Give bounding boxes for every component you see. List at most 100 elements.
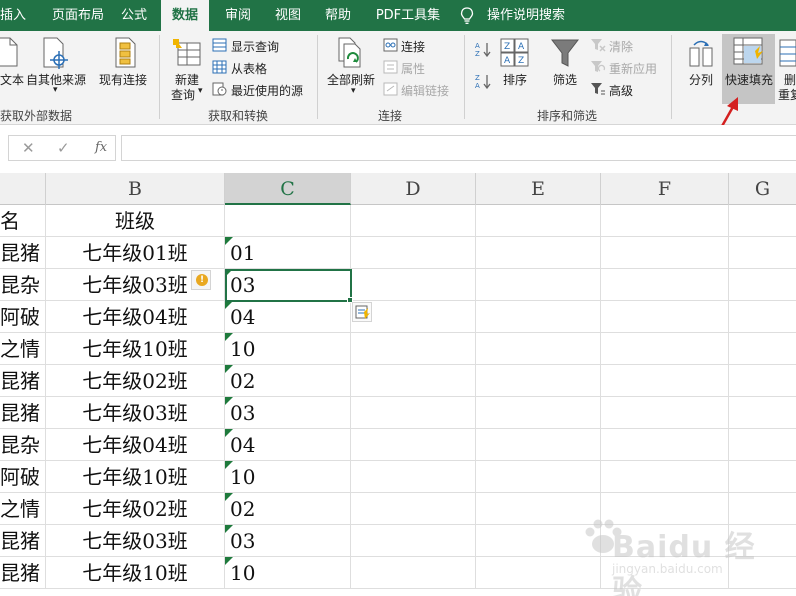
- cell-c[interactable]: 02: [225, 365, 351, 397]
- show-queries-button[interactable]: 显示查询: [231, 38, 279, 55]
- existing-connections-button[interactable]: 现有连接: [99, 71, 147, 88]
- cell-a[interactable]: 昆猪: [0, 397, 46, 429]
- cell-b[interactable]: 七年级10班: [46, 333, 225, 365]
- sort-button[interactable]: 排序: [503, 71, 527, 88]
- column-header-e[interactable]: E: [476, 173, 601, 205]
- column-header-g[interactable]: G: [729, 173, 796, 205]
- cell-a[interactable]: 昆杂: [0, 269, 46, 301]
- from-text-button[interactable]: 文本: [0, 71, 24, 88]
- cell-b[interactable]: 七年级04班: [46, 429, 225, 461]
- cell-c[interactable]: 10: [225, 333, 351, 365]
- cell-e[interactable]: [476, 269, 601, 301]
- enter-icon[interactable]: ✓: [57, 139, 70, 157]
- cell-f[interactable]: [601, 397, 729, 429]
- tab-review[interactable]: 审阅: [218, 0, 258, 31]
- error-check-button[interactable]: !: [191, 270, 211, 290]
- tab-page-layout[interactable]: 页面布局: [44, 0, 112, 31]
- cell-b[interactable]: 七年级02班: [46, 365, 225, 397]
- cell-a[interactable]: 昆猪: [0, 365, 46, 397]
- cell-d[interactable]: [351, 365, 476, 397]
- cell-f[interactable]: [601, 429, 729, 461]
- cell-g[interactable]: [729, 237, 796, 269]
- recent-sources-button[interactable]: 最近使用的源: [231, 82, 303, 99]
- cell-c[interactable]: 03: [225, 525, 351, 557]
- cell-e[interactable]: [476, 429, 601, 461]
- cell-b[interactable]: 七年级03班: [46, 397, 225, 429]
- clear-button[interactable]: 清除: [609, 38, 633, 55]
- column-header-b[interactable]: B: [46, 173, 225, 205]
- flash-fill-button[interactable]: 快速填充: [722, 34, 775, 104]
- tell-me-search[interactable]: 操作说明搜索: [487, 0, 587, 31]
- cell-f[interactable]: [601, 365, 729, 397]
- cell-f[interactable]: [601, 333, 729, 365]
- advanced-button[interactable]: 高级: [609, 82, 633, 99]
- cell-d[interactable]: [351, 493, 476, 525]
- cell-f[interactable]: [601, 237, 729, 269]
- cell-b[interactable]: 班级: [46, 205, 225, 237]
- cell-g[interactable]: [729, 397, 796, 429]
- cell-c[interactable]: 03: [225, 397, 351, 429]
- cell-a[interactable]: 昆猪: [0, 237, 46, 269]
- cell-a[interactable]: 名: [0, 205, 46, 237]
- cell-c[interactable]: 04: [225, 429, 351, 461]
- cell-a[interactable]: 昆杂: [0, 429, 46, 461]
- from-table-button[interactable]: 从表格: [231, 60, 267, 77]
- cell-d[interactable]: [351, 205, 476, 237]
- cell-g[interactable]: [729, 365, 796, 397]
- cell-b[interactable]: 七年级10班: [46, 557, 225, 589]
- reapply-button[interactable]: 重新应用: [609, 60, 657, 77]
- cell-c[interactable]: 10: [225, 557, 351, 589]
- text-to-columns-button[interactable]: 分列: [689, 71, 713, 88]
- cell-b[interactable]: 七年级01班: [46, 237, 225, 269]
- tab-pdf-tools[interactable]: PDF工具集: [370, 0, 446, 31]
- cell-a[interactable]: 之情: [0, 493, 46, 525]
- cell-e[interactable]: [476, 237, 601, 269]
- cell-a[interactable]: 昆猪: [0, 525, 46, 557]
- cell-a[interactable]: 阿破: [0, 301, 46, 333]
- flash-fill-options-button[interactable]: [352, 302, 372, 322]
- tab-help[interactable]: 帮助: [318, 0, 358, 31]
- cell-b[interactable]: 七年级03班: [46, 525, 225, 557]
- cell-e[interactable]: [476, 333, 601, 365]
- cell-e[interactable]: [476, 301, 601, 333]
- tab-view[interactable]: 视图: [268, 0, 308, 31]
- cell-f[interactable]: [601, 461, 729, 493]
- cell-f[interactable]: [601, 301, 729, 333]
- cell-c[interactable]: 01: [225, 237, 351, 269]
- cell-g[interactable]: [729, 269, 796, 301]
- tab-data[interactable]: 数据: [161, 0, 209, 31]
- cancel-icon[interactable]: ✕: [22, 139, 35, 157]
- column-header-f[interactable]: F: [601, 173, 729, 205]
- active-cell-selection[interactable]: [225, 269, 352, 302]
- cell-d[interactable]: [351, 461, 476, 493]
- cell-c[interactable]: 04: [225, 301, 351, 333]
- cell-f[interactable]: [601, 205, 729, 237]
- column-header-d[interactable]: D: [351, 173, 476, 205]
- cell-g[interactable]: [729, 301, 796, 333]
- cell-d[interactable]: [351, 557, 476, 589]
- properties-button[interactable]: 属性: [401, 60, 425, 77]
- tab-formulas[interactable]: 公式: [114, 0, 154, 31]
- column-header-a[interactable]: [0, 173, 46, 205]
- cell-b[interactable]: 七年级10班: [46, 461, 225, 493]
- cell-a[interactable]: 昆猪: [0, 557, 46, 589]
- cell-c[interactable]: [225, 205, 351, 237]
- column-header-c[interactable]: C: [225, 173, 351, 205]
- cell-e[interactable]: [476, 365, 601, 397]
- cell-a[interactable]: 之情: [0, 333, 46, 365]
- connections-button[interactable]: 连接: [401, 38, 425, 55]
- filter-button[interactable]: 筛选: [553, 71, 577, 88]
- cell-c[interactable]: 10: [225, 461, 351, 493]
- cell-d[interactable]: [351, 269, 476, 301]
- cell-g[interactable]: [729, 205, 796, 237]
- cell-f[interactable]: [601, 269, 729, 301]
- edit-links-button[interactable]: 编辑链接: [401, 82, 449, 99]
- insert-function-button[interactable]: fx: [95, 140, 107, 155]
- cell-e[interactable]: [476, 205, 601, 237]
- cell-a[interactable]: 阿破: [0, 461, 46, 493]
- cell-c[interactable]: 02: [225, 493, 351, 525]
- formula-input[interactable]: [121, 135, 796, 161]
- cell-g[interactable]: [729, 461, 796, 493]
- cell-e[interactable]: [476, 397, 601, 429]
- cell-d[interactable]: [351, 237, 476, 269]
